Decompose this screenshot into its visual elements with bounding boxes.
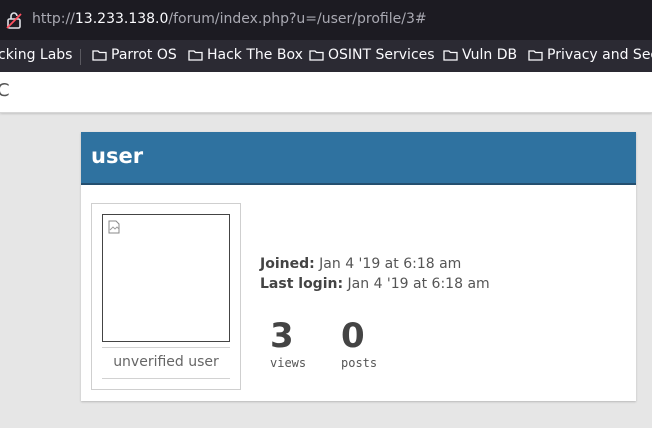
- avatar: [102, 214, 230, 342]
- views-count: 3: [270, 316, 294, 356]
- bookmark-label: Hack The Box: [207, 47, 303, 63]
- bookmark-label: Privacy and Secu: [547, 47, 652, 63]
- divider: [102, 378, 230, 379]
- folder-icon: [309, 50, 324, 61]
- url-prefix: http://: [32, 11, 75, 27]
- bookmark-osint-services[interactable]: OSINT Services: [309, 47, 435, 63]
- folder-icon: [528, 50, 543, 61]
- bookmark-vuln-db[interactable]: Vuln DB: [443, 47, 517, 63]
- profile-username: user: [91, 144, 144, 168]
- site-navbar: C: [0, 72, 652, 113]
- bookmark-label: Vuln DB: [462, 47, 518, 63]
- joined-value: Jan 4 '19 at 6:18 am: [319, 256, 462, 272]
- joined-label: Joined:: [260, 256, 315, 272]
- joined-row: Joined: Jan 4 '19 at 6:18 am: [260, 256, 461, 272]
- folder-icon: [443, 50, 458, 61]
- profile-body: unverified user Joined: Jan 4 '19 at 6:1…: [81, 185, 636, 401]
- bookmarks-separator: [80, 49, 81, 65]
- folder-icon: [188, 50, 203, 61]
- bookmark-privacy-and-security[interactable]: Privacy and Secu: [528, 47, 652, 63]
- bookmark-hack-the-box[interactable]: Hack The Box: [188, 47, 303, 63]
- bookmark-label: OSINT Services: [328, 47, 435, 63]
- bookmark-hacking-labs[interactable]: cking Labs: [0, 47, 72, 63]
- divider: [102, 347, 230, 348]
- avatar-card: unverified user: [91, 203, 241, 390]
- folder-icon: [92, 50, 107, 61]
- bookmark-label: Parrot OS: [111, 47, 177, 63]
- last-login-label: Last login:: [260, 276, 344, 292]
- views-label: views: [270, 356, 307, 370]
- posts-label: posts: [341, 356, 378, 370]
- profile-header: user: [81, 132, 636, 185]
- url-text[interactable]: http://13.233.138.0/forum/index.php?u=/u…: [32, 11, 427, 27]
- site-brand[interactable]: C: [0, 80, 10, 101]
- address-bar[interactable]: http://13.233.138.0/forum/index.php?u=/u…: [0, 0, 652, 40]
- url-path: /forum/index.php?u=/user/profile/3#: [168, 11, 427, 27]
- bookmarks-bar: cking Labs Parrot OS Hack The Box OSINT …: [0, 40, 652, 72]
- user-status-label: unverified user: [113, 354, 219, 370]
- bookmark-parrot-os[interactable]: Parrot OS: [92, 47, 177, 63]
- insecure-lock-icon[interactable]: [6, 11, 22, 29]
- last-login-value: Jan 4 '19 at 6:18 am: [347, 276, 490, 292]
- bookmark-label: cking Labs: [0, 47, 73, 63]
- last-login-row: Last login: Jan 4 '19 at 6:18 am: [260, 276, 490, 292]
- posts-count: 0: [341, 316, 365, 356]
- url-host: 13.233.138.0: [74, 11, 169, 27]
- broken-image-icon: [108, 220, 120, 234]
